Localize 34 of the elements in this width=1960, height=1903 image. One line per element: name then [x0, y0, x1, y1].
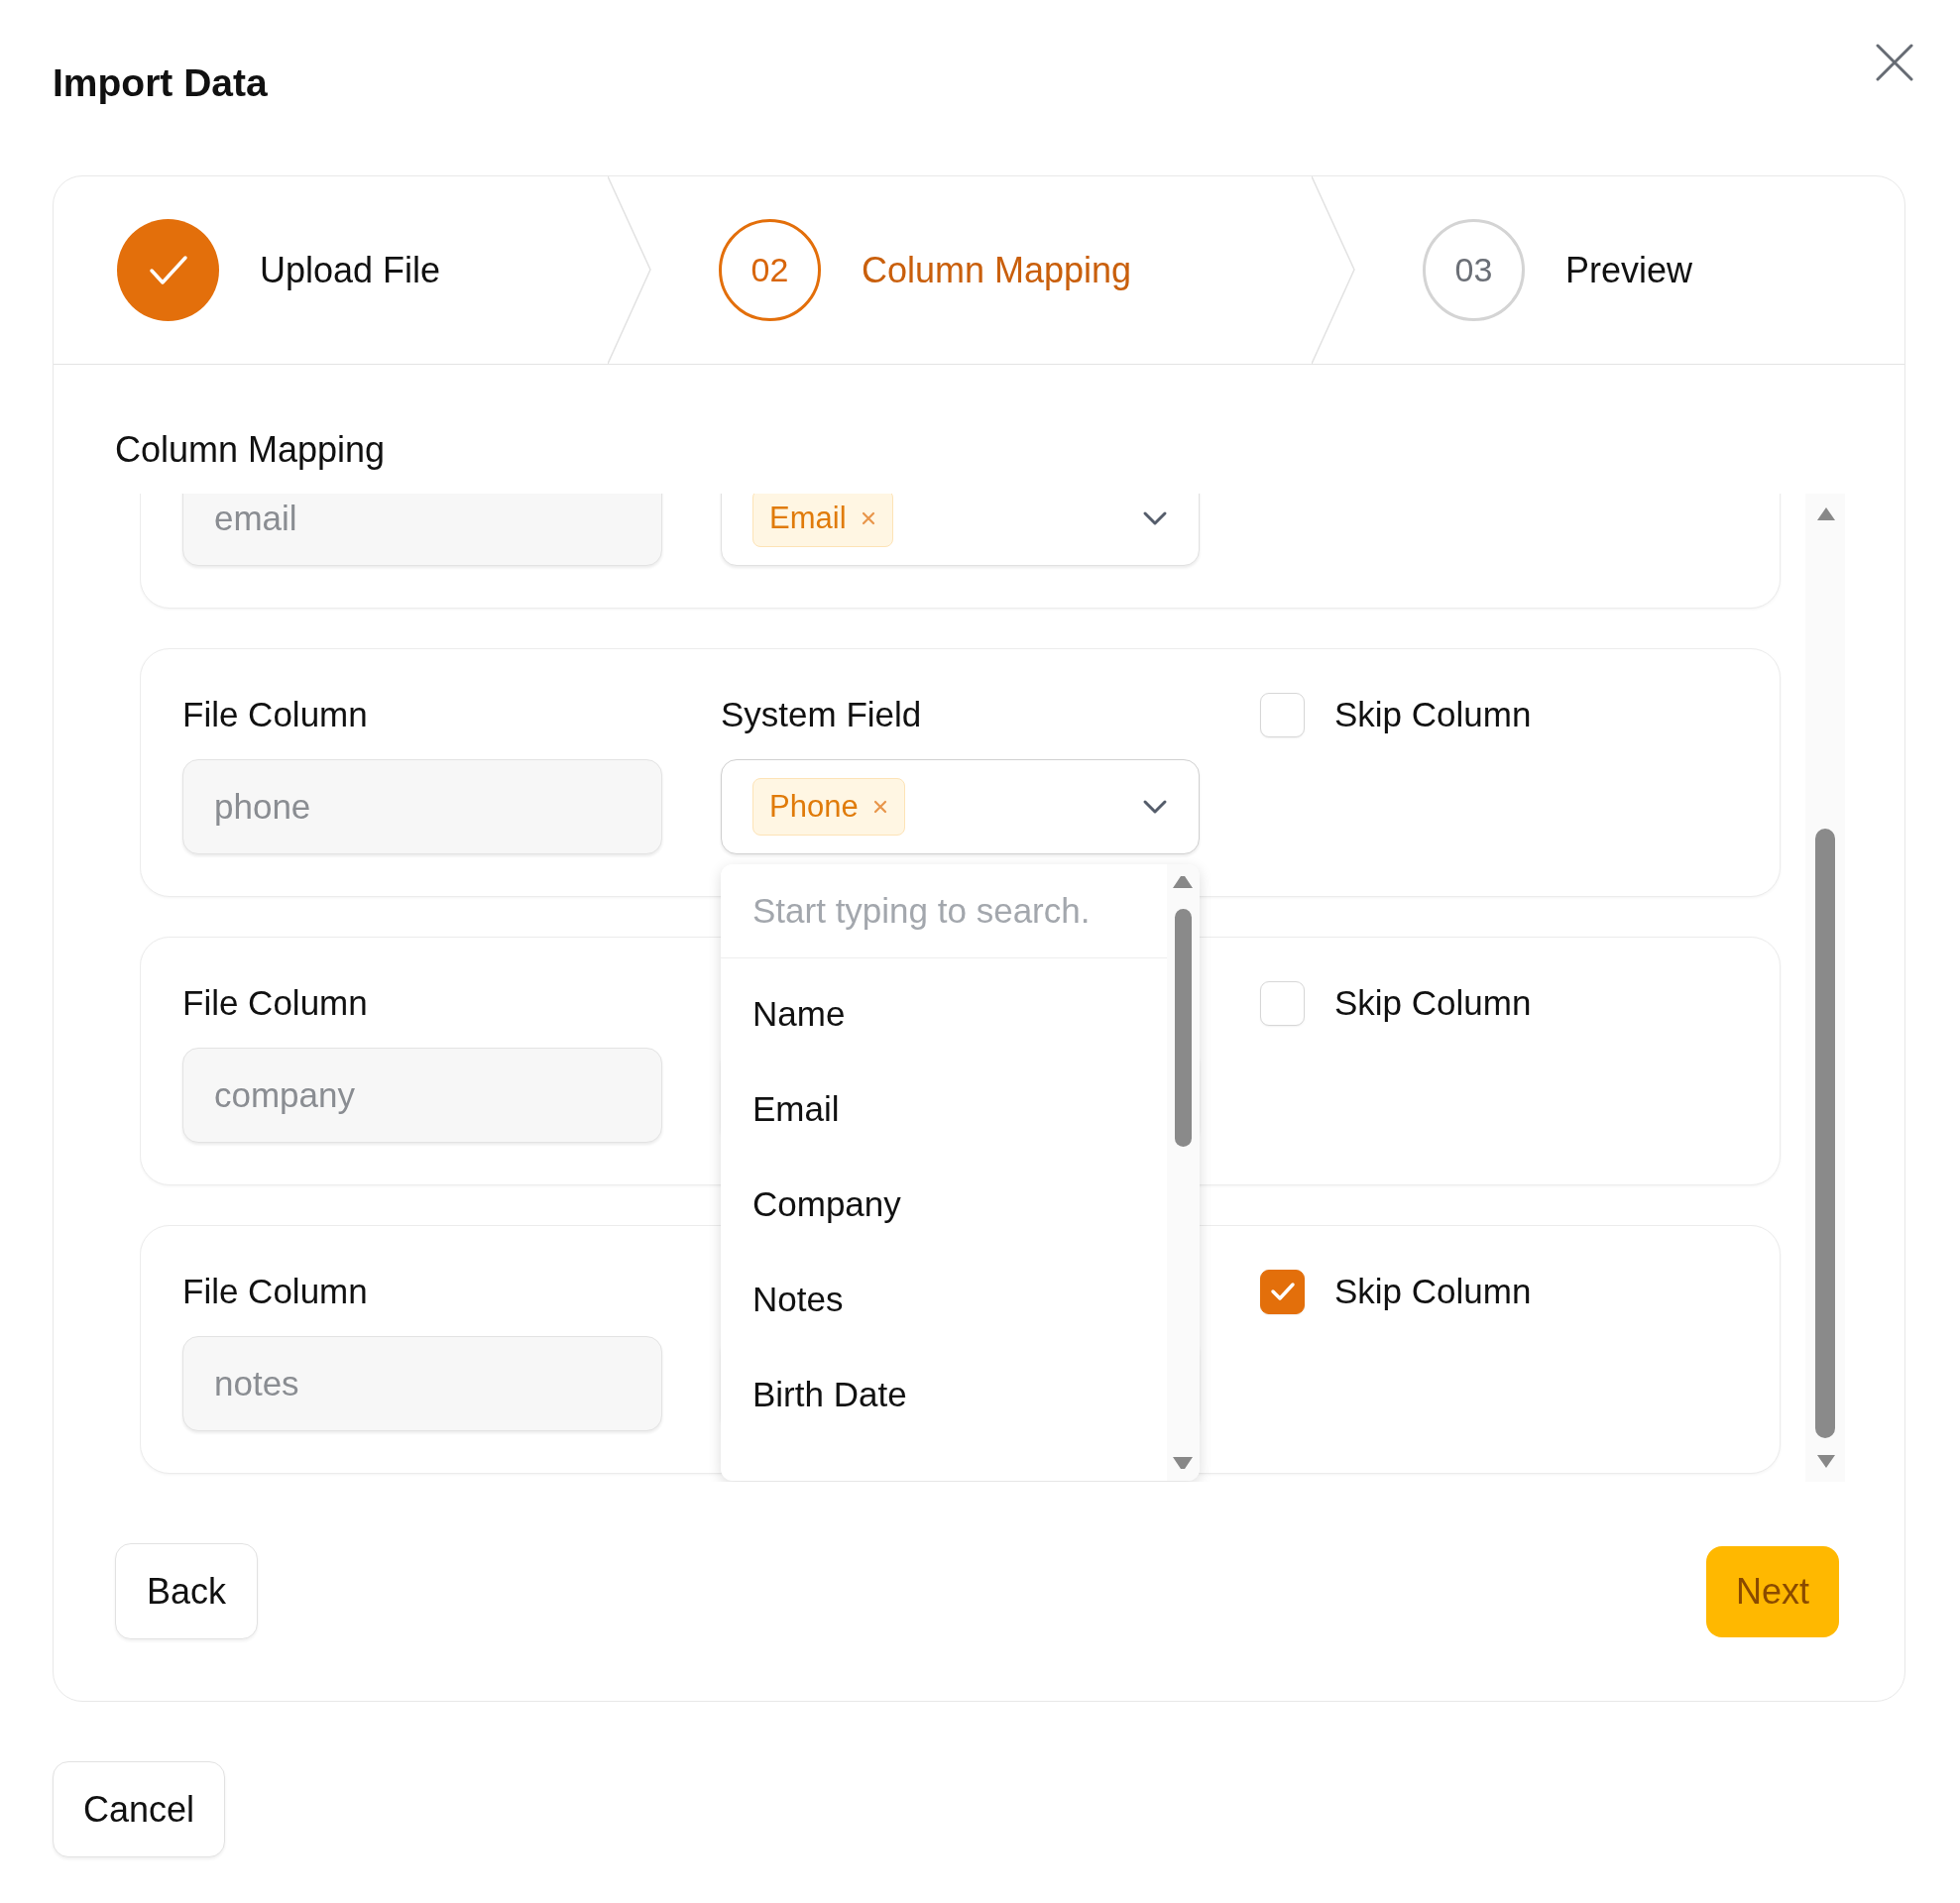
menu-option[interactable]: Company — [721, 1157, 1167, 1252]
field-label: File Column — [182, 982, 369, 1024]
checkbox-label: Skip Column — [1334, 1272, 1532, 1311]
checkbox-label: Skip Column — [1334, 983, 1532, 1023]
check-icon — [1269, 1282, 1296, 1301]
checkbox-label: Skip Column — [1334, 695, 1532, 734]
step-number: 02 — [719, 219, 821, 321]
search-field[interactable]: Start typing to search. — [721, 864, 1167, 958]
remove-icon[interactable] — [871, 799, 888, 815]
chevron-down-icon — [1141, 798, 1169, 816]
dialog-title: Import Data — [53, 59, 268, 106]
step-label: Preview — [1565, 249, 1693, 291]
step-label: Column Mapping — [862, 249, 1132, 291]
step-number: 03 — [1423, 219, 1525, 321]
field-label: File Column — [182, 694, 369, 735]
cancel-button[interactable]: Cancel — [53, 1761, 226, 1857]
back-button[interactable]: Back — [115, 1543, 259, 1639]
field-label: System Field — [721, 694, 923, 735]
menu-option[interactable]: Birth Date — [721, 1347, 1167, 1442]
menu-option[interactable]: Notes — [721, 1252, 1167, 1347]
next-button[interactable]: Next — [1705, 1545, 1839, 1637]
scrollbar[interactable] — [1167, 864, 1200, 1481]
checkbox[interactable] — [1260, 1269, 1305, 1314]
menu-option[interactable]: Name — [721, 966, 1167, 1062]
section-title: Column Mapping — [115, 428, 387, 472]
menu-option[interactable]: Email — [721, 1062, 1167, 1157]
close-icon[interactable] — [1876, 44, 1913, 81]
field-label: File Column — [182, 1271, 369, 1312]
tag-label: Email — [769, 501, 847, 536]
tag-label: Phone — [769, 789, 859, 825]
chevron-down-icon — [1141, 509, 1169, 527]
step-label: Upload File — [260, 249, 441, 291]
scrollbar[interactable] — [1805, 494, 1845, 1482]
remove-icon[interactable] — [860, 510, 876, 526]
